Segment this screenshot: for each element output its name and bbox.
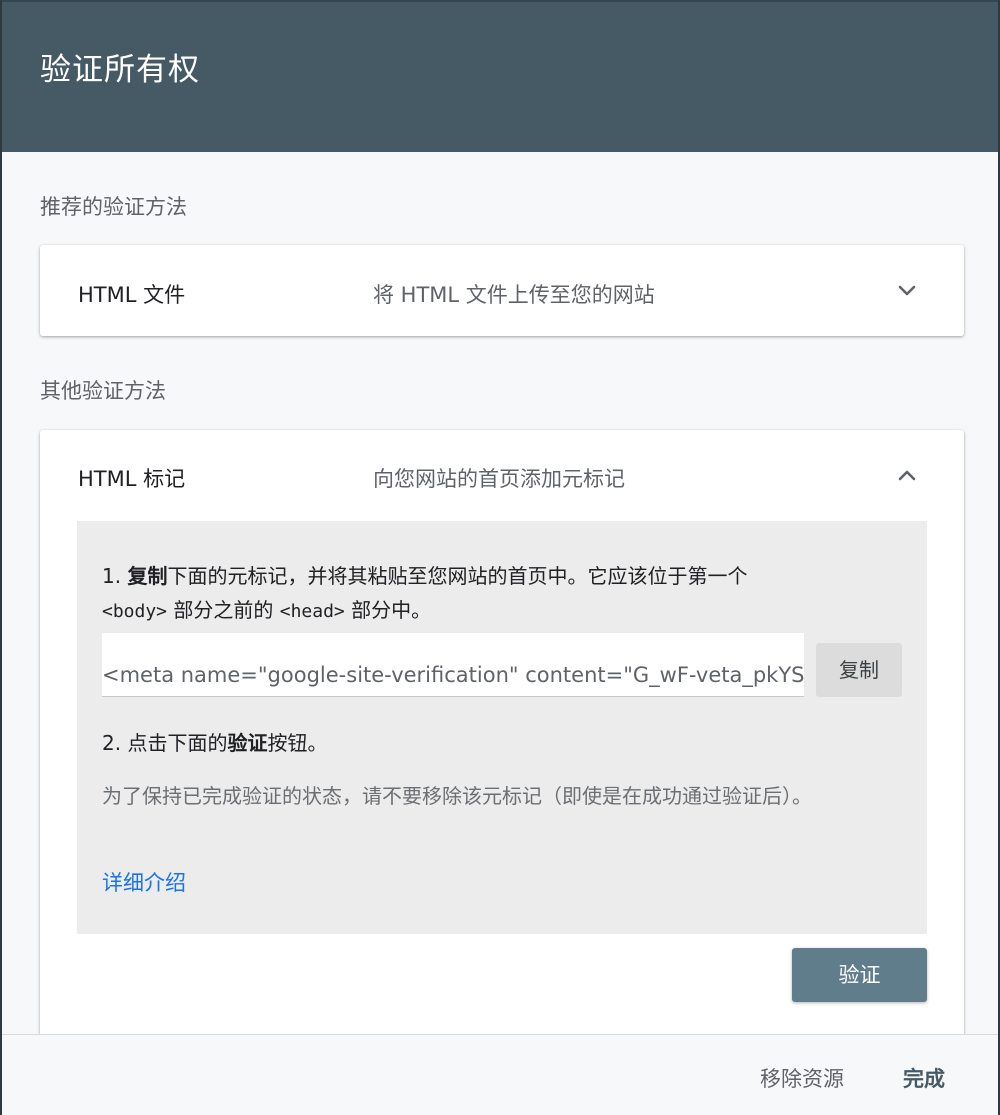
done-button[interactable]: 完成	[903, 1063, 945, 1093]
verify-button[interactable]: 验证	[792, 948, 927, 1002]
chevron-up-icon[interactable]	[895, 463, 919, 487]
remove-property-button[interactable]: 移除资源	[760, 1063, 844, 1093]
keep-tag-note: 为了保持已完成验证的状态，请不要移除该元标记（即使是在成功通过验证后）。	[102, 784, 812, 808]
dialog-header: 验证所有权	[2, 0, 998, 152]
dialog-title: 验证所有权	[40, 52, 200, 88]
method-name: HTML 标记	[78, 467, 186, 491]
code-head: <head>	[279, 601, 345, 622]
verify-ownership-dialog: 验证所有权 推荐的验证方法 HTML 文件 将 HTML 文件上传至您的网站 其…	[0, 0, 1000, 1115]
code-body: <body>	[102, 601, 168, 622]
step-2-text: 2. 点击下面的验证按钮。	[102, 731, 328, 755]
chevron-down-icon[interactable]	[895, 279, 919, 303]
method-name: HTML 文件	[78, 283, 186, 307]
learn-more-link[interactable]: 详细介绍	[102, 867, 186, 897]
method-description: 将 HTML 文件上传至您的网站	[373, 283, 655, 307]
instructions-panel: 1. 复制下面的元标记，并将其粘贴至您网站的首页中。它应该位于第一个 <body…	[77, 521, 927, 934]
recommended-methods-label: 推荐的验证方法	[40, 195, 187, 219]
verify-emphasis: 验证	[227, 731, 268, 755]
copy-button[interactable]: 复制	[816, 643, 902, 697]
method-card-html-tag: HTML 标记 向您网站的首页添加元标记 1. 复制下面的元标记，并将其粘贴至您…	[40, 430, 964, 1070]
step-1-text: 1. 复制下面的元标记，并将其粘贴至您网站的首页中。它应该位于第一个 <body…	[102, 564, 748, 622]
method-description: 向您网站的首页添加元标记	[373, 467, 625, 491]
dialog-footer: 移除资源 完成	[2, 1034, 998, 1115]
method-card-html-file[interactable]: HTML 文件 将 HTML 文件上传至您的网站	[40, 245, 964, 336]
other-methods-label: 其他验证方法	[40, 379, 166, 403]
copy-emphasis: 复制	[127, 564, 168, 588]
meta-tag-field[interactable]: <meta name="google-site-verification" co…	[102, 633, 804, 697]
